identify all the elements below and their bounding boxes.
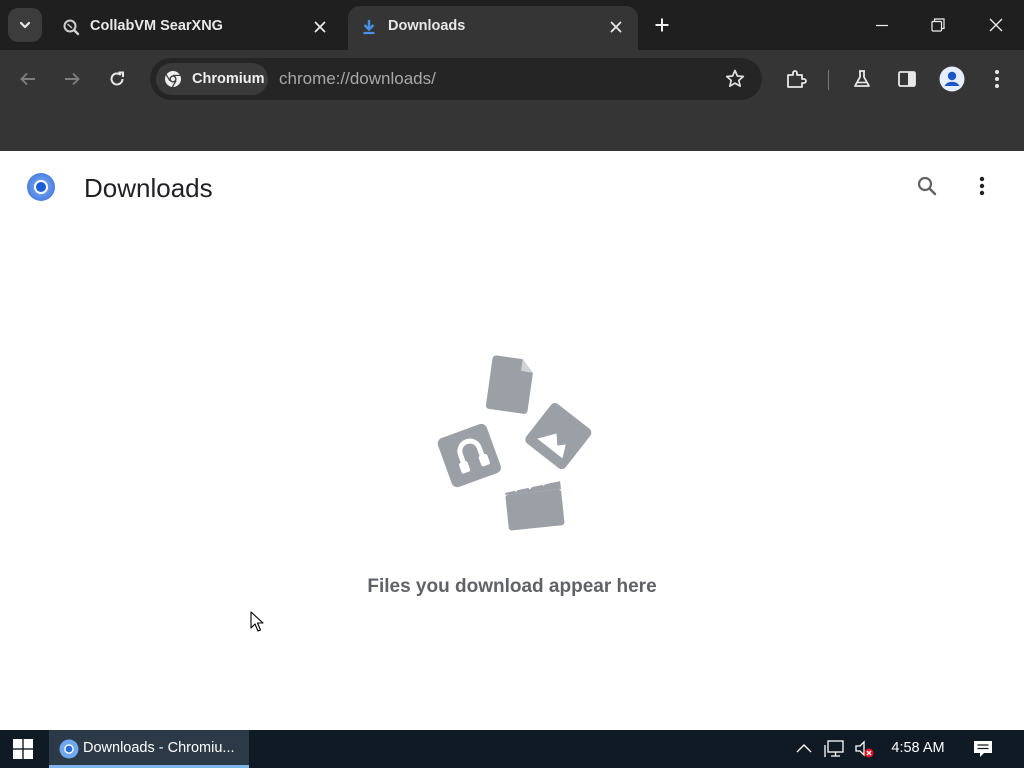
menu-button[interactable] [982,64,1012,94]
restore-button[interactable] [915,8,961,42]
volume-muted-icon[interactable] [853,739,875,759]
tab-search-button[interactable] [8,8,42,42]
profile-button[interactable] [937,64,967,94]
avatar-icon [939,66,965,92]
bookmarks-bar [0,108,1024,151]
toolbar-separator [828,70,829,90]
chevron-down-icon [19,21,31,29]
close-icon [314,21,326,33]
start-button[interactable] [0,730,46,768]
mouse-cursor-icon [250,611,264,632]
more-vertical-icon [995,70,999,88]
address-bar[interactable]: Chromium chrome://downloads/ [150,58,762,100]
more-vertical-icon[interactable] [970,173,994,199]
side-panel-button[interactable] [892,64,922,94]
back-button[interactable] [13,64,43,94]
close-icon [610,21,622,33]
tab-strip: CollabVM SearXNG Downloads [0,0,1024,50]
site-info-chip[interactable]: Chromium [156,63,268,95]
taskbar: Downloads - Chromiu... 4:58 AM [0,730,1024,768]
taskbar-item-chromium[interactable]: Downloads - Chromiu... [49,730,249,768]
puzzle-icon [787,70,807,88]
labs-button[interactable] [847,64,877,94]
network-icon[interactable] [823,739,845,759]
download-icon [363,20,375,35]
tab-close-button[interactable] [310,17,330,37]
restore-icon [931,18,945,32]
close-icon [989,18,1003,32]
chromium-icon [165,71,181,88]
toolbar: Chromium chrome://downloads/ [0,50,1024,108]
chromium-logo-icon [27,173,55,201]
empty-downloads-illustration [437,355,592,531]
new-tab-button[interactable] [650,13,674,37]
side-panel-icon [898,71,916,87]
reload-button[interactable] [102,64,132,94]
tab-title: CollabVM SearXNG [90,18,223,34]
extensions-button[interactable] [781,64,811,94]
search-icon[interactable] [914,173,940,199]
forward-button[interactable] [57,64,87,94]
window-close-button[interactable] [973,8,1019,42]
page-title: Downloads [84,173,213,203]
empty-state-message: Files you download appear here [367,576,657,597]
chromium-icon [59,739,79,759]
reload-icon [110,71,124,86]
arrow-right-icon [65,72,80,86]
arrow-left-icon [20,72,35,86]
plus-icon [655,18,669,32]
url-text[interactable]: chrome://downloads/ [279,69,436,89]
taskbar-item-label: Downloads - Chromiu... [83,740,235,756]
flask-icon [854,70,870,87]
image-icon [525,403,592,470]
document-icon [485,355,533,414]
taskbar-clock[interactable]: 4:58 AM [880,740,956,756]
minimize-button[interactable] [859,8,905,42]
tab-downloads[interactable]: Downloads [348,6,638,50]
downloads-page: Downloads Files you download appear here [0,151,1024,730]
windows-logo-icon [13,739,33,759]
video-clapper-icon [505,478,565,531]
tab-title: Downloads [388,18,466,34]
bookmark-star-icon[interactable] [724,68,746,90]
searxng-icon [63,19,80,36]
tab-close-button[interactable] [606,17,626,37]
notifications-icon[interactable] [972,739,994,759]
chevron-up-icon[interactable] [793,739,815,759]
site-chip-label: Chromium [192,71,265,87]
audio-icon [437,423,501,488]
tab-searxng[interactable]: CollabVM SearXNG [50,6,342,50]
minimize-icon [876,24,888,27]
